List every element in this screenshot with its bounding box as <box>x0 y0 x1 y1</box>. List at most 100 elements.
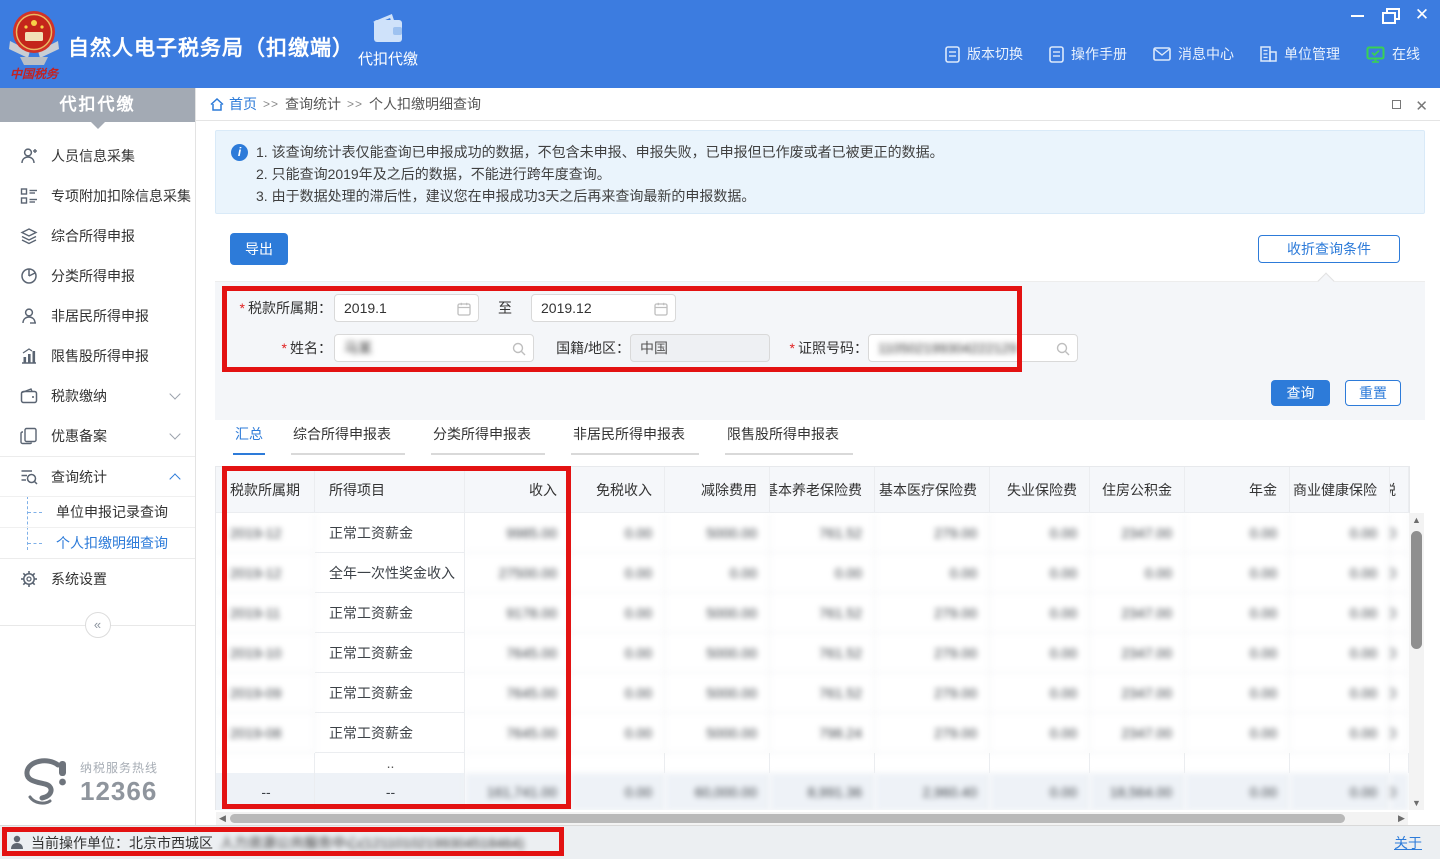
sidebar-collapse-button[interactable]: « <box>85 612 111 638</box>
menu-manual[interactable]: 操作手册 <box>1049 44 1127 64</box>
cell-amount <box>875 753 990 773</box>
reset-button[interactable]: 重置 <box>1345 380 1401 406</box>
query-button[interactable]: 查询 <box>1271 380 1330 406</box>
breadcrumb-level1[interactable]: 查询统计 <box>285 94 341 114</box>
search-icon[interactable] <box>512 342 526 356</box>
cell-amount: 5000.00 <box>665 673 770 713</box>
cell-amount: 0.00 <box>770 553 875 593</box>
module-tab-label: 代扣代缴 <box>348 48 428 69</box>
window-restore-button[interactable] <box>1382 8 1398 22</box>
sidebar-item-system-settings[interactable]: 系统设置 <box>0 559 195 599</box>
report-tabs: 汇总 综合所得申报表 分类所得申报表 非居民所得申报表 限售股所得申报表 <box>233 424 853 455</box>
calendar-icon[interactable] <box>654 302 668 316</box>
scroll-right-arrow[interactable]: ▶ <box>1395 812 1408 825</box>
cell-amount: 0.00 <box>1390 773 1409 810</box>
about-link[interactable]: 关于 <box>1394 833 1422 853</box>
copy-icon <box>20 427 38 445</box>
panel-controls: ✕ <box>1392 97 1428 115</box>
menu-message-center[interactable]: 消息中心 <box>1153 44 1234 64</box>
name-input[interactable]: 马某 <box>334 334 534 362</box>
cell-amount <box>1390 753 1409 773</box>
sidebar-subitem-unit-declaration-query[interactable]: 单位申报记录查询 <box>0 496 195 527</box>
breadcrumb: 首页 >> 查询统计 >> 个人扣缴明细查询 ✕ <box>196 88 1440 121</box>
person-icon <box>20 307 38 325</box>
cell-income-item: 正常工资薪金 <box>315 633 465 673</box>
period-from-input[interactable]: 2019.1 <box>334 294 479 322</box>
sidebar-item-tax-payment[interactable]: 税款缴纳 <box>0 376 195 416</box>
cell-income-item: 正常工资薪金 <box>315 673 465 713</box>
breadcrumb-separator: >> <box>347 97 363 111</box>
cell-amount: 0.00 <box>990 673 1090 713</box>
cell-amount: 279.00 <box>875 673 990 713</box>
table-row[interactable]: 2019-10正常工资薪金7645.000.005000.00761.52279… <box>216 633 1409 673</box>
cell-amount: 279.00 <box>875 593 990 633</box>
tab-nonresident-income-report[interactable]: 非居民所得申报表 <box>571 424 699 455</box>
table-row[interactable]: 2019-08正常工资薪金7645.000.005000.00798.24279… <box>216 713 1409 753</box>
table-column-header: 免税收入 <box>570 467 665 513</box>
period-to-input[interactable]: 2019.12 <box>531 294 676 322</box>
scroll-down-arrow[interactable]: ▼ <box>1409 796 1424 810</box>
tab-restricted-stock-report[interactable]: 限售股所得申报表 <box>725 424 853 455</box>
hotline-block: 纳税服务热线 12366 <box>18 757 158 809</box>
table-row[interactable]: 2019-12正常工资薪金9985.000.005000.00761.52279… <box>216 513 1409 553</box>
vertical-scroll-thumb[interactable] <box>1411 531 1422 649</box>
cell-amount: 9985.00 <box>465 513 570 553</box>
window-minimize-button[interactable] <box>1350 8 1366 22</box>
id-number-input[interactable]: 110502199304222129 <box>868 334 1078 362</box>
cell-income-item: 全年一次性奖金收入 <box>315 553 465 593</box>
notice-line: 2. 只能查询2019年及之后的数据，不能进行跨年度查询。 <box>256 163 1410 185</box>
sidebar-item-comprehensive-income[interactable]: 综合所得申报 <box>0 216 195 256</box>
table-column-header: 税 <box>1390 467 1409 513</box>
horizontal-scrollbar[interactable]: ◀ ▶ <box>216 812 1408 825</box>
breadcrumb-separator: >> <box>263 97 279 111</box>
sidebar-subitem-personal-withholding-query[interactable]: 个人扣缴明细查询 <box>0 527 195 558</box>
cell-amount: 798.24 <box>770 713 875 753</box>
cell-amount: 7645.00 <box>465 633 570 673</box>
cell-amount: 161,741.00 <box>465 773 570 810</box>
menu-online-status[interactable]: 在线 <box>1366 44 1420 64</box>
cell-amount: 0.00 <box>990 633 1090 673</box>
panel-close-button[interactable]: ✕ <box>1415 97 1428 115</box>
tab-module-daikou-daijiao[interactable]: 代扣代缴 <box>348 14 428 80</box>
sidebar-item-classified-income[interactable]: 分类所得申报 <box>0 256 195 296</box>
table-column-header: 基本养老保险费 <box>770 467 875 513</box>
collapse-query-conditions-button[interactable]: 收折查询条件 <box>1258 235 1400 263</box>
wallet-icon <box>371 14 405 44</box>
sidebar-item-preferential-filing[interactable]: 优惠备案 <box>0 416 195 456</box>
bar-chart-icon <box>20 347 38 365</box>
horizontal-scroll-thumb[interactable] <box>230 814 1345 823</box>
breadcrumb-home[interactable]: 首页 <box>210 94 257 114</box>
scroll-left-arrow[interactable]: ◀ <box>216 812 229 825</box>
document-icon <box>945 46 960 63</box>
search-icon[interactable] <box>1056 342 1070 356</box>
sidebar-item-personnel-info[interactable]: 人员信息采集 <box>0 136 195 176</box>
sidebar: 代扣代缴 人员信息采集 专项附加扣除信息采集 综合所得申报 分类所得申报 非居民… <box>0 88 196 825</box>
cell-amount: 0.00 <box>990 713 1090 753</box>
export-button[interactable]: 导出 <box>230 233 288 265</box>
cell-amount: 0.00 <box>1185 773 1290 810</box>
sidebar-item-query-statistics[interactable]: 查询统计 <box>0 456 195 496</box>
tab-classified-income-report[interactable]: 分类所得申报表 <box>431 424 545 455</box>
table-summary-row: ----161,741.000.0060,000.008,991.362,960… <box>216 773 1409 810</box>
table-row[interactable]: 2019-09正常工资薪金7645.000.005000.00761.52279… <box>216 673 1409 713</box>
table-row[interactable]: 2019-11正常工资薪金9178.000.005000.00761.52279… <box>216 593 1409 633</box>
calendar-icon[interactable] <box>457 302 471 316</box>
menu-unit-management[interactable]: 单位管理 <box>1260 44 1340 64</box>
table-row[interactable]: 2019-12全年一次性奖金收入27500.000.000.000.000.00… <box>216 553 1409 593</box>
cell-amount: 0.00 <box>570 513 665 553</box>
menu-version-switch[interactable]: 版本切换 <box>945 44 1023 64</box>
sidebar-item-restricted-stock[interactable]: 限售股所得申报 <box>0 336 195 376</box>
cell-amount: 0.00 <box>875 553 990 593</box>
tab-comprehensive-income-report[interactable]: 综合所得申报表 <box>291 424 405 455</box>
sidebar-item-special-deduction[interactable]: 专项附加扣除信息采集 <box>0 176 195 216</box>
sidebar-item-nonresident-income[interactable]: 非居民所得申报 <box>0 296 195 336</box>
panel-maximize-button[interactable] <box>1392 100 1401 109</box>
hotline-number: 12366 <box>80 776 158 807</box>
cell-amount <box>770 753 875 773</box>
cell-amount: 7645.00 <box>465 673 570 713</box>
scroll-up-arrow[interactable]: ▲ <box>1409 513 1424 527</box>
cell-amount: 761.52 <box>770 513 875 553</box>
window-close-button[interactable]: ✕ <box>1414 8 1430 22</box>
vertical-scrollbar[interactable]: ▲ ▼ <box>1409 513 1424 810</box>
tab-summary[interactable]: 汇总 <box>233 424 265 455</box>
